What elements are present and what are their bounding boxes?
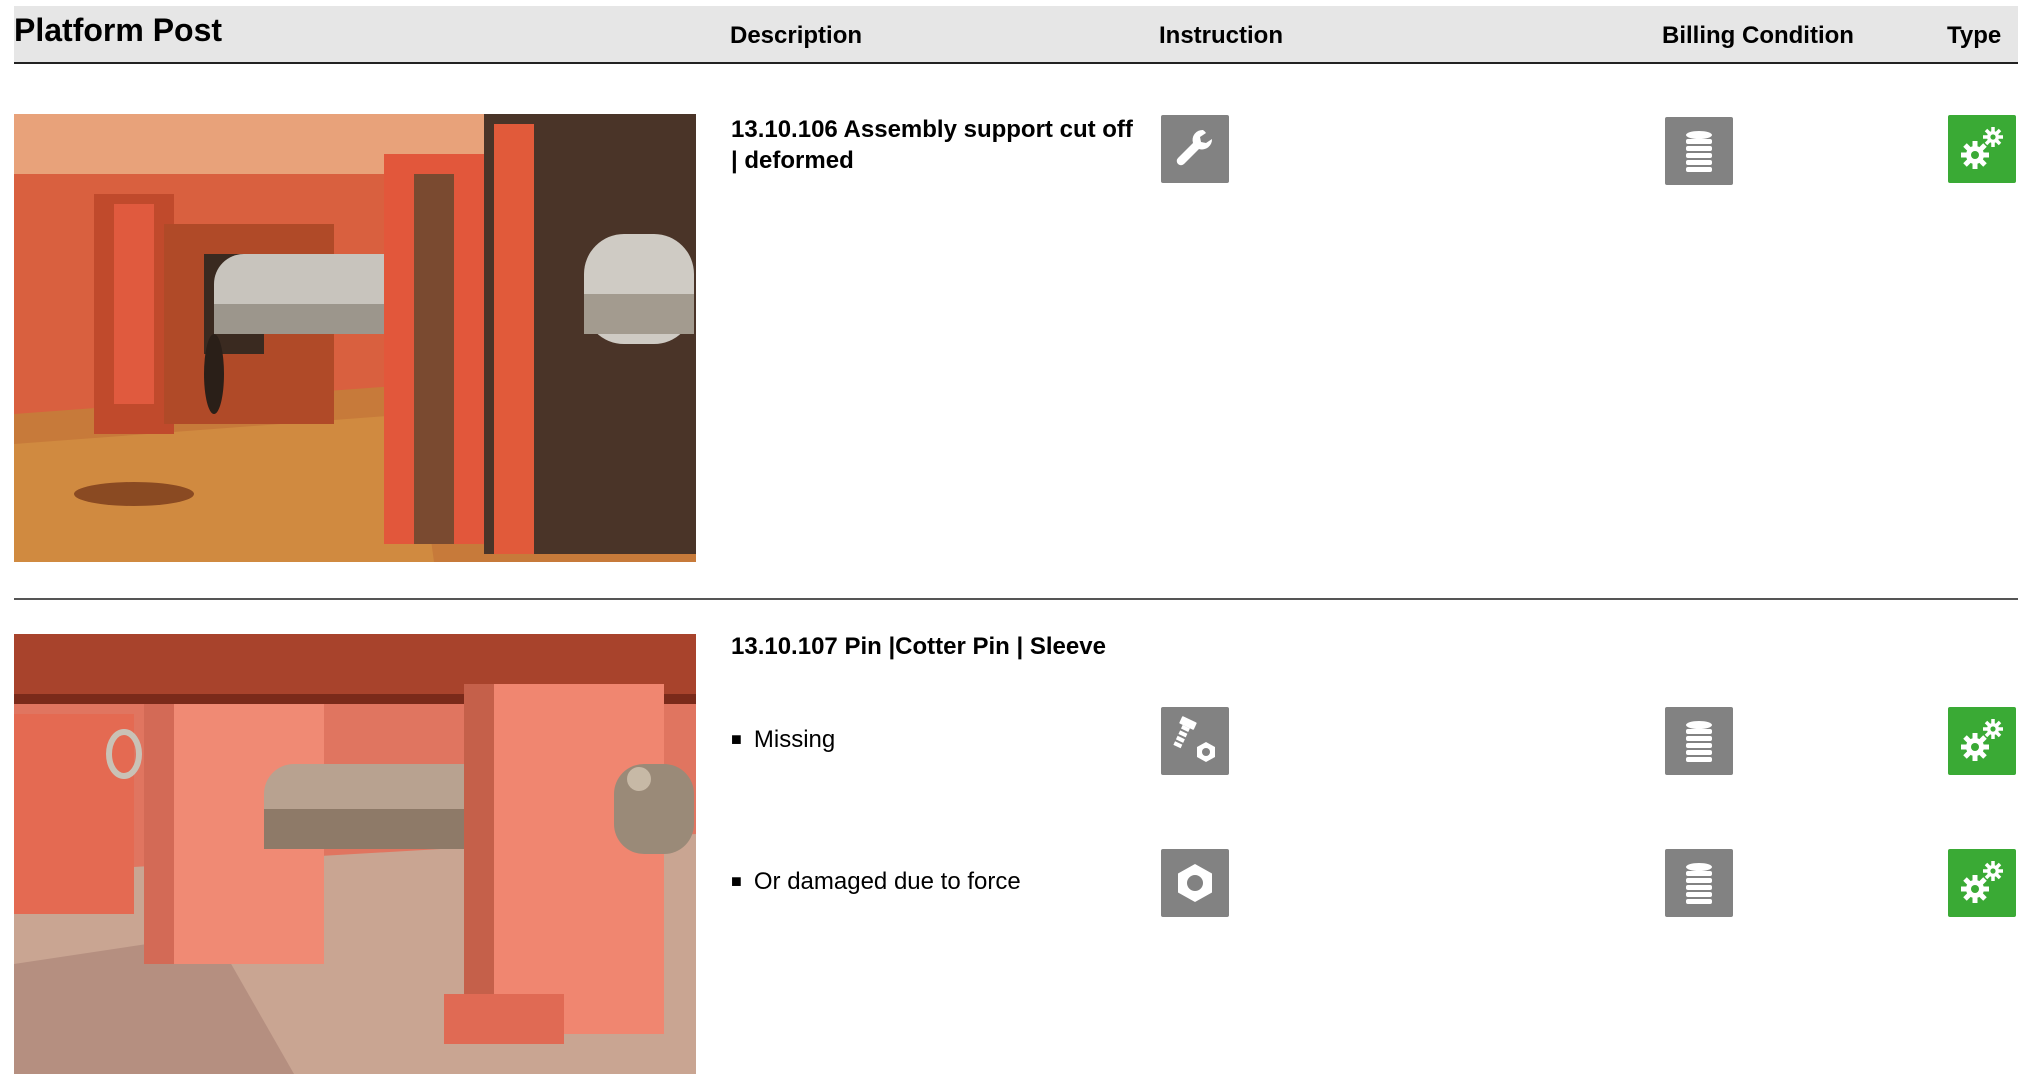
column-header-billing-condition: Billing Condition [1662, 22, 1854, 49]
list-item-label: Missing [753, 726, 836, 753]
entry-divider [14, 598, 2018, 600]
table-header: Platform Post Description Instruction Bi… [14, 6, 2018, 64]
bolt-nut-icon [1161, 707, 1229, 775]
entry-title-13-10-107: 13.10.107 Pin |Cotter Pin | Sleeve [731, 633, 1106, 660]
nut-icon [1161, 849, 1229, 917]
list-item: ■ Or damaged due to force [731, 868, 1021, 895]
column-header-type: Type [1947, 22, 2002, 49]
entry-title-line-1: 13.10.106 Assembly support cut off [731, 116, 1133, 143]
coin-stack-icon [1665, 117, 1733, 185]
entry-photo-pin-cotter-pin-sleeve [14, 634, 696, 1074]
column-header-instruction: Instruction [1159, 22, 1283, 49]
wrench-icon [1161, 115, 1229, 183]
entry-photo-assembly-support [14, 114, 696, 562]
list-item-label: Or damaged due to force [753, 868, 1021, 895]
coin-stack-icon [1665, 849, 1733, 917]
gears-icon [1948, 115, 2016, 183]
column-header-description: Description [730, 22, 863, 49]
gears-icon [1948, 849, 2016, 917]
gears-icon [1948, 707, 2016, 775]
entry-title-13-10-106: 13.10.106 Assembly support cut off | def… [731, 114, 1133, 176]
entry-title-line-2: | deformed [731, 147, 854, 174]
page-title: Platform Post [14, 12, 223, 48]
list-item: ■ Missing [731, 726, 836, 753]
coin-stack-icon [1665, 707, 1733, 775]
